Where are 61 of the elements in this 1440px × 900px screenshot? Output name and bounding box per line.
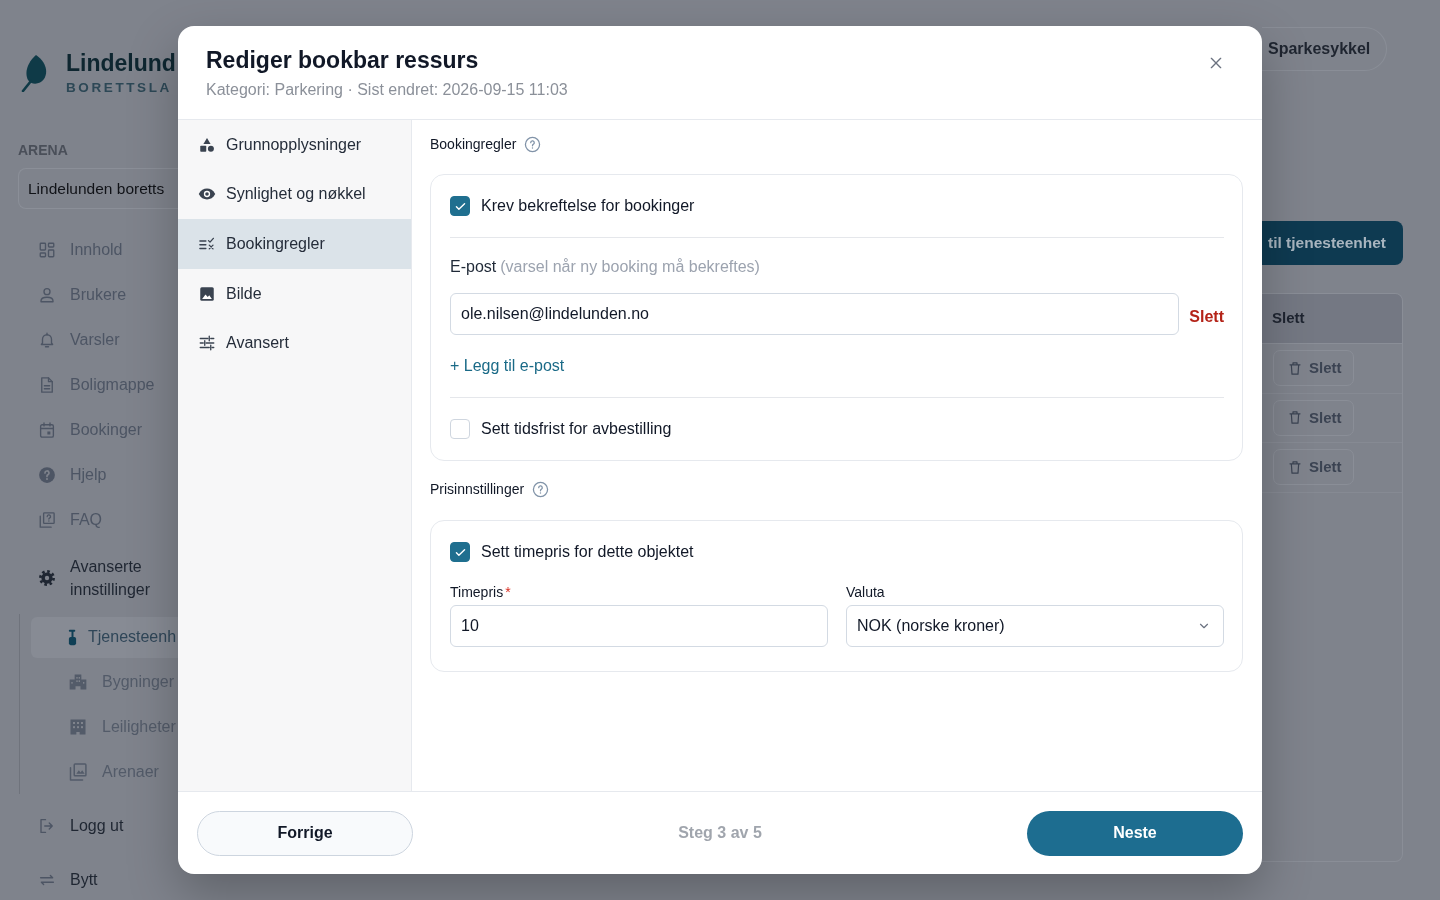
step-tab[interactable]: Bilde xyxy=(178,268,411,319)
checkbox-label: Krev bekreftelse for bookinger xyxy=(481,196,695,216)
currency-select[interactable]: NOK (norske kroner) xyxy=(846,605,1224,647)
image-stack-icon xyxy=(68,762,88,782)
back-button[interactable]: Forrige xyxy=(197,810,413,856)
dialog-subtitle: Kategori: Parkering · Sist endret: 2026-09-15 11:03 xyxy=(206,80,568,100)
email-hint: (varsel når ny booking må bekreftes) xyxy=(500,258,760,275)
help-icon xyxy=(38,465,56,484)
calendar-icon xyxy=(38,420,56,439)
step-tab[interactable]: Synlighet og nøkkel xyxy=(178,169,411,220)
user-icon xyxy=(38,285,56,304)
price-input[interactable]: 10 xyxy=(450,605,828,647)
bell-icon xyxy=(38,330,56,349)
help-icon xyxy=(532,480,550,498)
currency-label: Valuta xyxy=(846,583,885,600)
trash-icon xyxy=(1287,359,1303,377)
next-button[interactable]: Neste xyxy=(1027,810,1243,856)
checkbox[interactable] xyxy=(450,196,470,216)
checkbox-label: Sett tidsfrist for avbestilling xyxy=(481,419,672,439)
email-label: E-post xyxy=(450,258,497,275)
buildings-icon xyxy=(68,672,88,692)
leaf-icon xyxy=(20,54,48,92)
step-tab[interactable]: Avansert xyxy=(178,318,411,368)
trash-icon xyxy=(1287,458,1303,476)
remove-link[interactable]: Slett xyxy=(1189,305,1224,329)
step-tab[interactable]: Grunnopplysninger xyxy=(178,120,411,170)
checklist-icon xyxy=(198,235,216,253)
delete-button[interactable]: Slett xyxy=(1273,399,1354,436)
section-heading: Prisinnstillinger xyxy=(430,480,525,499)
required-mark: * xyxy=(505,583,511,600)
dialog-title: Rediger bookbar ressurs xyxy=(206,46,479,75)
sidebar-subitem[interactable]: Tjenesteenh xyxy=(31,616,178,658)
layout-grid-icon xyxy=(38,240,56,259)
close-icon xyxy=(1208,55,1224,71)
add-button[interactable]: til tjenesteenhet xyxy=(1262,221,1403,265)
section-heading: Bookingregler xyxy=(430,135,517,154)
document-icon xyxy=(38,375,56,394)
step-tab[interactable]: Bookingregler xyxy=(178,219,411,269)
delete-button[interactable]: Slett xyxy=(1273,350,1354,387)
sidebar-item[interactable]: Bytt xyxy=(18,859,178,900)
checkbox[interactable] xyxy=(450,542,470,562)
brand-tagline: BORETTSLA xyxy=(66,80,172,95)
sidebar-item[interactable]: Logg ut xyxy=(18,805,178,846)
logout-icon xyxy=(38,816,56,835)
sidebar-item[interactable]: Avanserte innstillinger xyxy=(18,542,178,614)
help-icon xyxy=(524,135,542,153)
settings-icon xyxy=(38,569,56,587)
image-icon xyxy=(198,284,216,303)
checkbox-label: Sett timepris for dette objektet xyxy=(481,542,694,562)
column-header: Slett xyxy=(1272,308,1305,329)
question-stack-icon xyxy=(38,510,56,529)
delete-button[interactable]: Slett xyxy=(1273,449,1354,486)
scooter-icon xyxy=(68,627,77,647)
email-input[interactable]: ole.nilsen@lindelunden.no xyxy=(450,293,1180,335)
price-label: Timepris xyxy=(450,583,504,600)
add-email-link[interactable]: + Legg til e-post xyxy=(450,356,565,376)
step-indicator: Steg 3 av 5 xyxy=(678,823,762,843)
apartment-building-icon xyxy=(68,717,88,737)
trash-icon xyxy=(1287,409,1303,427)
sliders-icon xyxy=(198,334,216,353)
brand-name: Lindelund xyxy=(66,51,176,75)
